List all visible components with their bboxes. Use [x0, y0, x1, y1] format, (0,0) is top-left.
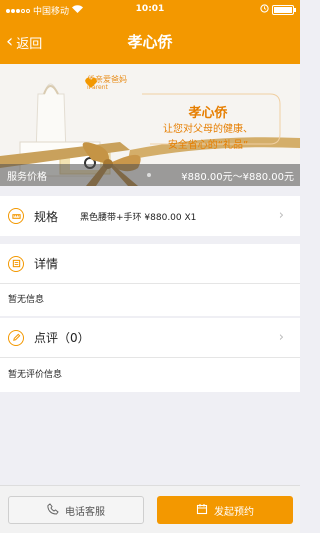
alarm-icon: [260, 4, 269, 16]
status-right: [260, 4, 296, 16]
phone-service-label: 电话客服: [65, 506, 105, 518]
details-empty-text: 暂无信息: [8, 295, 45, 305]
reviews-label: 点评（0）: [34, 331, 90, 345]
phone-icon: [47, 502, 59, 518]
page-title: 孝心侨: [127, 33, 173, 51]
spec-section: 规格 黑色腰带+手环 ¥880.00 X1 ›: [0, 196, 300, 236]
start-booking-button[interactable]: 发起预约: [157, 496, 293, 524]
brand-logo: 侨亲爱爸妈 iParent: [84, 75, 127, 91]
nav-bar: ‹ 返回 孝心侨: [0, 20, 300, 64]
battery-icon: [272, 5, 296, 15]
details-list-icon: [8, 255, 24, 272]
details-row: 详情: [0, 244, 300, 284]
spec-label: 规格: [34, 209, 59, 224]
banner-headline: 孝心侨: [188, 106, 228, 121]
start-booking-label: 发起预约: [214, 506, 254, 518]
spec-row[interactable]: 规格 黑色腰带+手环 ¥880.00 X1 ›: [0, 196, 300, 236]
price-label: 服务价格: [7, 172, 47, 183]
ruler-icon: [8, 208, 24, 224]
details-label: 详情: [34, 257, 59, 271]
chevron-right-icon: ›: [278, 208, 284, 223]
carousel-dot[interactable]: [147, 173, 151, 177]
reviews-empty-text: 暂无评价信息: [8, 370, 63, 380]
spec-value: 黑色腰带+手环 ¥880.00 X1: [80, 212, 197, 223]
calendar-icon: [196, 503, 208, 518]
banner-line2: 安全省心的“礼品”: [167, 140, 249, 151]
reviews-section: 点评（0） › 暂无评价信息: [0, 318, 300, 392]
banner-line1: 让您对父母的健康、: [163, 124, 253, 135]
status-time: 10:01: [135, 4, 165, 14]
status-bar: 中国移动 10:01: [0, 0, 300, 20]
phone-service-button[interactable]: 电话客服: [8, 496, 144, 524]
price-value: ¥880.00元～¥880.00元: [181, 172, 294, 183]
chevron-right-icon: ›: [278, 330, 284, 345]
edit-icon: [8, 329, 24, 346]
bottom-action-bar: 电话客服 发起预约: [0, 485, 300, 533]
reviews-row[interactable]: 点评（0） ›: [0, 318, 300, 358]
price-bar: 服务价格 ¥880.00元～¥880.00元: [0, 164, 300, 186]
details-section: 详情 暂无信息: [0, 244, 300, 316]
